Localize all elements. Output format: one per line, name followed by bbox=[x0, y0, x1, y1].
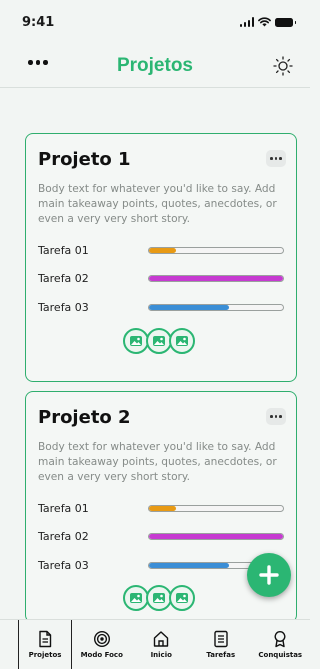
wifi-icon bbox=[258, 17, 271, 27]
task-row[interactable]: Tarefa 02 bbox=[38, 268, 286, 288]
progress-fill bbox=[149, 505, 176, 511]
battery-icon bbox=[275, 17, 296, 27]
task-row[interactable]: Tarefa 03 bbox=[38, 297, 286, 317]
app-screen: 9:41 Projetos Projeto 1 Body text for wh… bbox=[0, 0, 310, 669]
task-progress-bar bbox=[148, 246, 284, 254]
task-row[interactable]: Tarefa 02 bbox=[38, 526, 286, 546]
system-icons bbox=[239, 17, 296, 27]
member-avatars[interactable] bbox=[123, 328, 195, 354]
status-bar: 9:41 bbox=[0, 0, 310, 44]
image-icon bbox=[169, 585, 195, 611]
progress-fill bbox=[149, 533, 283, 539]
project-title: Projeto 2 bbox=[38, 407, 131, 428]
task-label: Tarefa 03 bbox=[38, 558, 89, 572]
top-app-bar: Projetos bbox=[0, 44, 310, 88]
nav-item-inicio[interactable]: Inicio bbox=[132, 620, 192, 669]
card-more-button[interactable] bbox=[266, 150, 286, 167]
nav-item-tarefas[interactable]: Tarefas bbox=[191, 620, 251, 669]
sun-icon[interactable] bbox=[272, 55, 294, 77]
image-icon bbox=[169, 328, 195, 354]
home-icon bbox=[154, 631, 169, 647]
page-title: Projetos bbox=[116, 54, 194, 76]
more-horizontal-icon[interactable] bbox=[28, 60, 48, 65]
list-icon bbox=[214, 630, 228, 648]
nav-item-modo-foco[interactable]: Modo Foco bbox=[72, 620, 132, 669]
task-progress-bar bbox=[148, 303, 284, 311]
project-title: Projeto 1 bbox=[38, 149, 131, 170]
task-label: Tarefa 01 bbox=[38, 243, 89, 257]
signal-icon bbox=[239, 17, 254, 27]
nav-label: Projetos bbox=[28, 651, 62, 659]
progress-fill bbox=[149, 304, 230, 310]
progress-fill bbox=[149, 275, 283, 281]
nav-label: Inicio bbox=[150, 651, 172, 659]
task-label: Tarefa 03 bbox=[38, 300, 89, 314]
progress-fill bbox=[149, 562, 230, 568]
task-progress-bar bbox=[148, 274, 284, 282]
nav-item-projetos[interactable]: Projetos bbox=[18, 620, 72, 669]
member-avatars[interactable] bbox=[123, 585, 195, 611]
plus-icon bbox=[259, 565, 279, 585]
card-more-button[interactable] bbox=[266, 408, 286, 425]
progress-fill bbox=[149, 247, 176, 253]
task-progress-bar bbox=[148, 532, 284, 540]
nav-label: Modo Foco bbox=[80, 651, 123, 659]
status-time: 9:41 bbox=[22, 14, 55, 30]
task-label: Tarefa 02 bbox=[38, 271, 89, 285]
target-icon bbox=[93, 630, 110, 648]
task-label: Tarefa 01 bbox=[38, 501, 89, 515]
nav-label: Tarefas bbox=[206, 651, 236, 659]
task-label: Tarefa 02 bbox=[38, 529, 89, 543]
document-icon bbox=[39, 630, 52, 648]
project-description: Body text for whatever you'd like to say… bbox=[38, 441, 277, 483]
project-description: Body text for whatever you'd like to say… bbox=[38, 183, 277, 225]
nav-label: Conquistas bbox=[258, 651, 303, 659]
nav-item-conquistas[interactable]: Conquistas bbox=[251, 620, 311, 669]
bottom-navigation: Projetos Modo Foco Inicio Tarefas Conqui… bbox=[0, 619, 310, 669]
task-row[interactable]: Tarefa 01 bbox=[38, 498, 286, 518]
project-card[interactable]: Projeto 1 Body text for whatever you'd l… bbox=[25, 133, 297, 382]
add-project-button[interactable] bbox=[247, 553, 291, 597]
task-progress-bar bbox=[148, 504, 284, 512]
award-icon bbox=[274, 630, 286, 648]
task-row[interactable]: Tarefa 01 bbox=[38, 240, 286, 260]
